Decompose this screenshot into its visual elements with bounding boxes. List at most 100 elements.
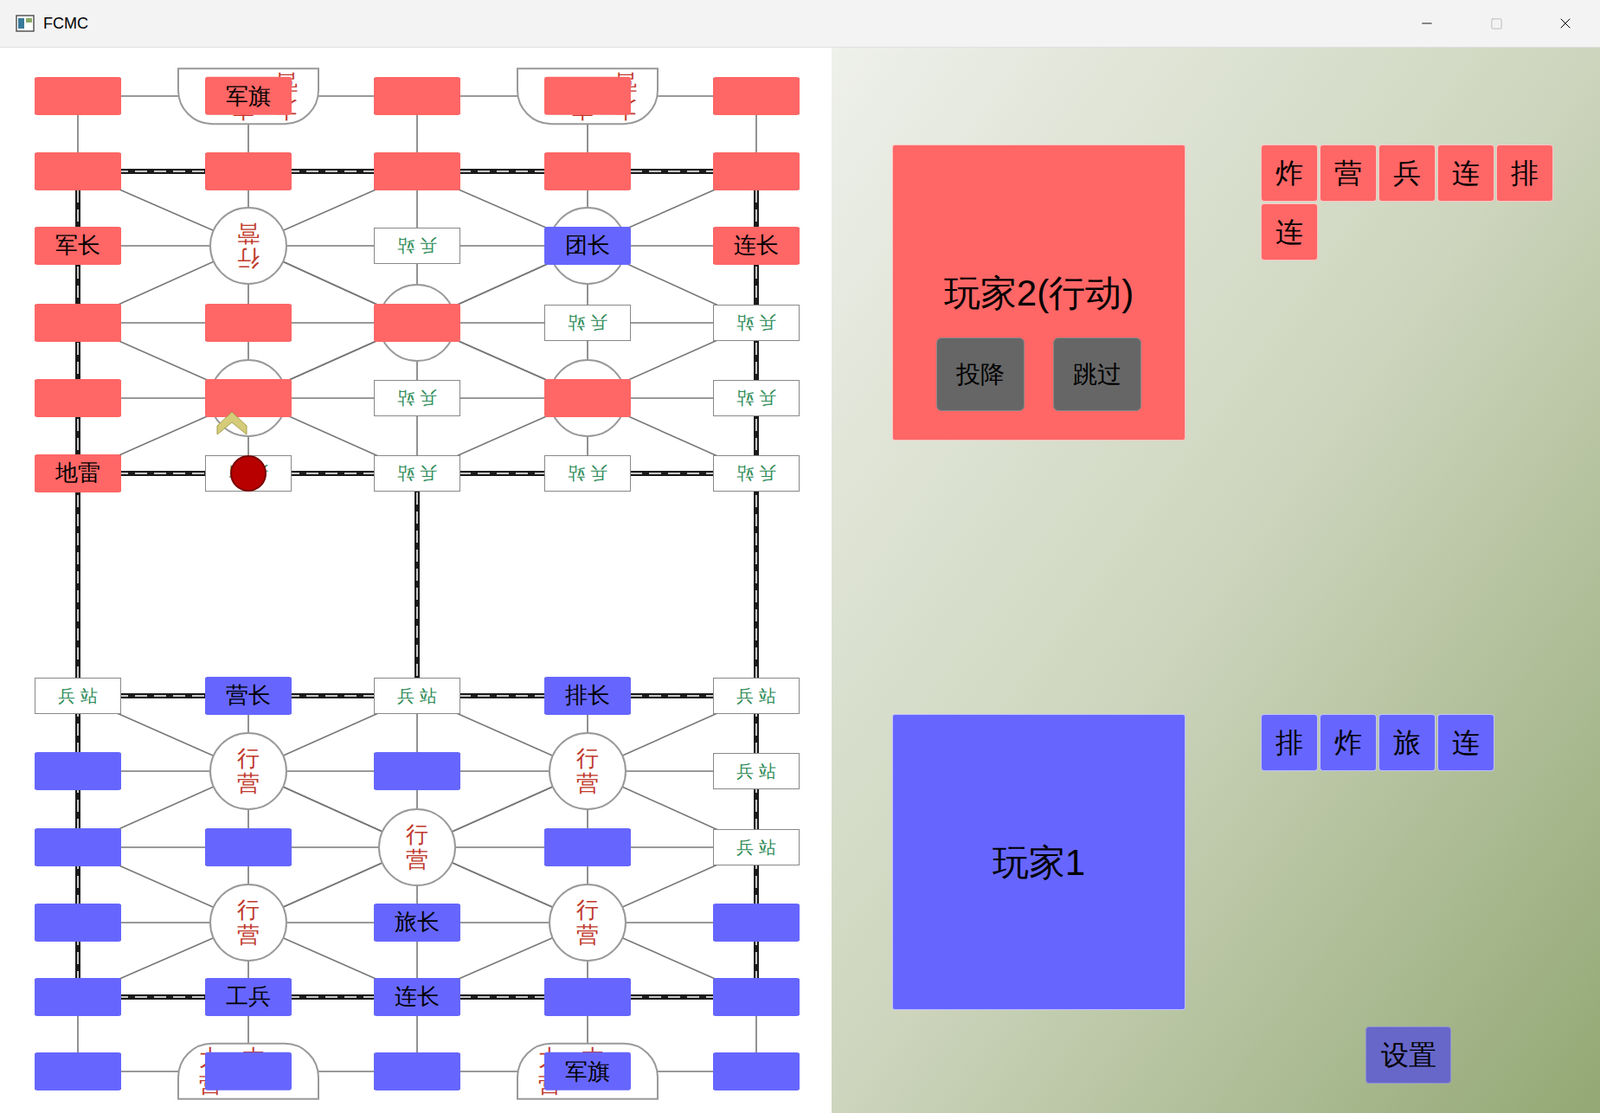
board-position[interactable]	[544, 153, 631, 190]
board-position[interactable]: 兵 站	[713, 828, 800, 866]
board-position[interactable]: 行营	[548, 883, 627, 962]
game-piece[interactable]: 旅长	[373, 903, 461, 942]
station-cell[interactable]: 兵 站	[544, 304, 631, 341]
game-piece[interactable]	[205, 379, 292, 418]
board-position[interactable]: 兵 站	[713, 455, 800, 492]
game-piece[interactable]: 地雷	[34, 454, 122, 493]
board-position[interactable]	[34, 77, 122, 115]
board-position[interactable]: 团长	[548, 206, 627, 285]
board-position[interactable]	[205, 304, 292, 341]
board-position[interactable]	[34, 904, 122, 941]
game-piece[interactable]: 军旗	[205, 77, 292, 116]
board-position[interactable]: 工兵	[205, 978, 292, 1016]
camp-cell[interactable]: 行营	[548, 883, 627, 962]
board-position[interactable]: 兵 站	[713, 752, 800, 790]
board-position[interactable]: 兵 站	[373, 379, 461, 417]
game-piece[interactable]	[713, 903, 800, 942]
board-position[interactable]	[34, 1053, 122, 1090]
board-position[interactable]	[713, 1053, 800, 1090]
game-piece[interactable]: 团长	[544, 226, 631, 265]
station-cell[interactable]: 兵 站	[544, 455, 631, 492]
game-piece[interactable]: 营长	[205, 676, 292, 715]
game-piece[interactable]	[713, 152, 800, 191]
board-position[interactable]	[373, 77, 461, 115]
camp-cell[interactable]: 行营	[378, 808, 457, 887]
camp-cell[interactable]: 行营	[548, 732, 627, 810]
board-position[interactable]: 兵 站	[373, 227, 461, 264]
station-cell[interactable]: 兵 站	[713, 677, 800, 714]
station-cell[interactable]: 兵 站	[373, 677, 461, 714]
game-piece[interactable]: 军长	[34, 226, 122, 265]
board-position[interactable]: 连长	[373, 978, 461, 1016]
camp-cell[interactable]: 行营	[209, 883, 288, 962]
station-cell[interactable]: 兵 站	[713, 379, 800, 417]
game-piece[interactable]	[713, 77, 800, 116]
game-piece[interactable]	[205, 152, 292, 191]
game-piece[interactable]	[544, 152, 631, 191]
board-position[interactable]	[34, 828, 122, 866]
game-piece[interactable]	[205, 828, 292, 867]
board-position[interactable]: 连长	[713, 227, 800, 264]
game-piece[interactable]: 连长	[713, 226, 800, 265]
action-button[interactable]: 投降	[936, 337, 1025, 412]
game-piece[interactable]	[373, 303, 461, 342]
game-piece[interactable]	[713, 1052, 800, 1091]
game-piece[interactable]	[373, 77, 461, 116]
game-piece[interactable]	[373, 1052, 461, 1091]
board-position[interactable]	[713, 978, 800, 1016]
game-piece[interactable]: 军旗	[544, 1052, 631, 1091]
board-position[interactable]	[34, 379, 122, 417]
game-piece[interactable]	[373, 152, 461, 191]
game-piece[interactable]	[34, 77, 122, 116]
board-position[interactable]: 兵 站	[713, 379, 800, 417]
station-cell[interactable]: 兵 站	[373, 455, 461, 492]
game-piece[interactable]	[34, 828, 122, 867]
board-position[interactable]	[548, 359, 627, 437]
board-position[interactable]	[34, 153, 122, 190]
board-position[interactable]: 行营	[209, 732, 288, 810]
board-position[interactable]	[205, 153, 292, 190]
station-cell[interactable]: 兵 站	[713, 455, 800, 492]
game-piece[interactable]	[34, 977, 122, 1016]
board-position[interactable]	[713, 153, 800, 190]
board-position[interactable]: 行营	[548, 732, 627, 810]
board-position[interactable]: 行营	[209, 206, 288, 285]
station-cell[interactable]: 兵 站	[713, 828, 800, 866]
board-position[interactable]: 兵 站	[34, 677, 122, 714]
game-piece[interactable]	[544, 977, 631, 1016]
board-position[interactable]	[373, 153, 461, 190]
board-position[interactable]: 兵 站	[713, 677, 800, 714]
board-position[interactable]: 大本营军旗	[177, 67, 320, 125]
station-cell[interactable]: 兵 站	[713, 304, 800, 341]
game-piece[interactable]: 排长	[544, 676, 631, 715]
board-position[interactable]	[34, 304, 122, 341]
board-position[interactable]: 兵 站	[713, 304, 800, 341]
game-piece[interactable]	[544, 77, 631, 116]
board-position[interactable]	[205, 828, 292, 866]
board-position[interactable]: 行营	[209, 883, 288, 962]
board-position[interactable]	[713, 904, 800, 941]
board-position[interactable]: 兵 站	[544, 304, 631, 341]
game-piece[interactable]	[34, 379, 122, 418]
game-piece[interactable]	[34, 751, 122, 791]
station-cell[interactable]: 兵 站	[373, 227, 461, 264]
game-piece[interactable]: 连长	[373, 977, 461, 1016]
maximize-button[interactable]	[1461, 0, 1531, 47]
board-position[interactable]	[373, 1053, 461, 1090]
board-position[interactable]: 大本营	[516, 67, 659, 125]
game-piece[interactable]	[34, 303, 122, 342]
board-position[interactable]: 排长	[544, 677, 631, 714]
board-position[interactable]	[34, 752, 122, 790]
game-piece[interactable]	[713, 977, 800, 1016]
game-piece[interactable]	[205, 303, 292, 342]
settings-button[interactable]: 设置	[1365, 1026, 1452, 1084]
camp-cell[interactable]: 行营	[209, 206, 288, 285]
action-button[interactable]: 跳过	[1053, 337, 1142, 412]
game-piece[interactable]	[34, 903, 122, 942]
board-position[interactable]	[378, 283, 457, 362]
board-position[interactable]	[544, 828, 631, 866]
board-position[interactable]: 旅长	[373, 904, 461, 941]
station-cell[interactable]: 兵 站	[34, 677, 122, 714]
board-position[interactable]	[34, 978, 122, 1016]
game-piece[interactable]	[34, 1052, 122, 1091]
